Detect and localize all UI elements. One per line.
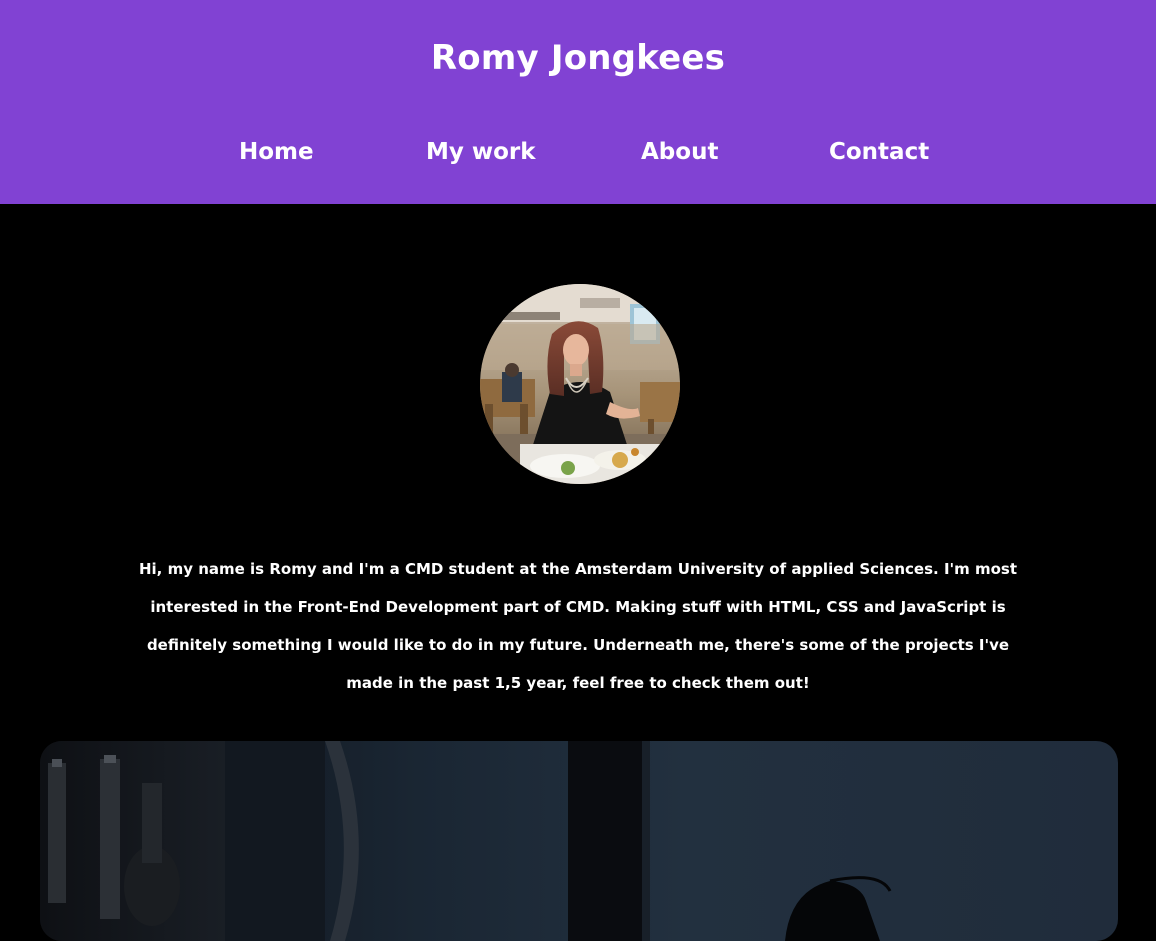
nav-my-work-link[interactable]: My work	[426, 136, 536, 168]
main-nav: Home My work About Contact	[0, 136, 1156, 168]
profile-photo-illustration	[480, 284, 680, 484]
project-card[interactable]	[40, 741, 1118, 941]
nav-about-link[interactable]: About	[641, 136, 718, 168]
intro-text: Hi, my name is Romy and I'm a CMD studen…	[138, 560, 1018, 692]
project-thumbnail	[40, 741, 1118, 941]
main-content: Hi, my name is Romy and I'm a CMD studen…	[0, 204, 1156, 941]
site-header: Romy Jongkees Home My work About Contact	[0, 0, 1156, 204]
profile-photo	[480, 284, 680, 484]
nav-contact-link[interactable]: Contact	[829, 136, 929, 168]
site-title: Romy Jongkees	[430, 38, 726, 78]
nav-home-link[interactable]: Home	[239, 136, 314, 168]
